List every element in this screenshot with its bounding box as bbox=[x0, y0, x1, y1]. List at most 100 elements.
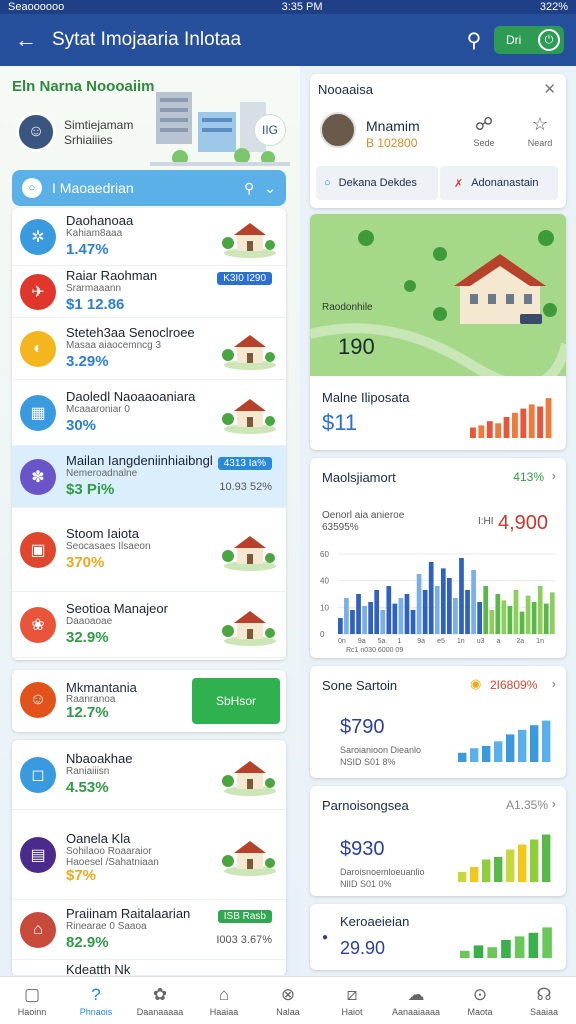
nav-item-haaiaa[interactable]: ⌂ Haaiaa bbox=[192, 977, 256, 1024]
nav-item-daanaaaaa[interactable]: ✿ Daanaaaaa bbox=[128, 977, 192, 1024]
status-badge: ISB Rasb bbox=[217, 910, 272, 923]
list-item[interactable]: Kdeatth Nk bbox=[12, 960, 286, 977]
stat-card-3[interactable]: Keroaeieian ● 29.90 bbox=[310, 904, 566, 970]
chevron-right-icon[interactable]: › bbox=[552, 468, 556, 483]
list-item[interactable]: ✽ Mailan Iangdeniinhiaibngl Nemeroadnalne $… bbox=[12, 446, 286, 508]
x-tick-label: 9a bbox=[358, 638, 366, 645]
category-icon: ○ bbox=[22, 178, 42, 198]
list-item[interactable]: ▦ Daoledl Naoaaoaniara Mcaaaroniar 0 30% bbox=[12, 380, 286, 446]
nav-item-maota[interactable]: ⊙ Maota bbox=[448, 977, 512, 1024]
mini-bar-chart bbox=[458, 834, 551, 882]
item-name: Praiinam Raitalaarian bbox=[66, 906, 191, 921]
stat-card-2[interactable]: Parnoisongsea A1.35% › $930 Daroisnoemlo… bbox=[310, 786, 566, 896]
item-name: Kdeatth Nk bbox=[66, 962, 131, 977]
card-title: Maolsjiamort bbox=[322, 470, 396, 485]
nav-label: Daanaaaaa bbox=[136, 1006, 184, 1017]
nav-icon: ▢ bbox=[23, 984, 41, 1004]
chart-bar bbox=[519, 611, 525, 634]
list-item[interactable]: ◻ Nbaoakhae Raniaiiisn 4.53% bbox=[12, 740, 286, 810]
mini-bar bbox=[545, 398, 552, 438]
action-label-2: Neard bbox=[527, 138, 553, 148]
mini-bar bbox=[458, 872, 467, 882]
card-value: $11 bbox=[322, 410, 358, 435]
avatar[interactable] bbox=[320, 112, 356, 148]
house-illustration bbox=[222, 399, 276, 434]
search-icon[interactable]: ⚲ bbox=[244, 180, 254, 197]
mini-bar bbox=[518, 844, 527, 882]
map-badge[interactable]: IIG bbox=[254, 114, 286, 146]
chevron-down-icon[interactable]: ⌄ bbox=[264, 180, 276, 197]
analytics-card[interactable]: Maolsjiamort 413% › Oenorl aia anieroe 6… bbox=[310, 458, 566, 658]
category-icon: ▦ bbox=[20, 395, 56, 431]
globe-icon[interactable]: ☍ bbox=[470, 114, 498, 135]
house-illustration bbox=[222, 761, 276, 796]
item-sub: Raniaiiisn bbox=[66, 766, 110, 777]
item-name: Stoom Iaiota bbox=[66, 526, 139, 541]
nav-item-phnaois[interactable]: ? Phnaois bbox=[64, 977, 128, 1024]
close-icon[interactable]: ✕ bbox=[543, 80, 556, 98]
chart-bar bbox=[513, 590, 519, 634]
nav-item-haoinn[interactable]: ▢ Haoinn bbox=[0, 977, 64, 1024]
list-item[interactable]: ✈ Raiar Raohman Srarmaaann $1 12.86 K3I0 I29… bbox=[12, 266, 286, 318]
list-item[interactable]: ✲ Daohanoaa Kahiam8aaa 1.47% bbox=[12, 208, 286, 266]
stat-card-1[interactable]: Sone Sartoin ◉ 2I6809% › $790 Saroianioo… bbox=[310, 666, 566, 778]
chart-bar bbox=[477, 602, 483, 634]
y-tick-label: 60 bbox=[320, 550, 329, 559]
chart-bar bbox=[386, 586, 392, 634]
bottom-nav: ▢ Haoinn? Phnaois ✿ Daanaaaaa ⌂ Haaiaa ⊗ Nalaa ⧄ H… bbox=[0, 976, 576, 1024]
item-name: Seotioa Manajeor bbox=[66, 601, 168, 616]
mini-bar bbox=[482, 859, 491, 882]
item-value: 1.47% bbox=[66, 241, 109, 258]
promo-name: Mkmantania bbox=[66, 680, 137, 695]
list-item[interactable]: ▣ Stoom Iaiota Seocasaes Ilsaeon 370% bbox=[12, 508, 286, 592]
back-arrow-icon[interactable]: ← bbox=[0, 27, 52, 53]
profile-avatar[interactable]: ☺ bbox=[16, 112, 56, 152]
card-value: 29.90 bbox=[340, 938, 386, 958]
shuffle-icon: ✗ bbox=[454, 177, 464, 190]
chart-bar bbox=[404, 594, 410, 634]
promo-button[interactable]: SbHsor bbox=[192, 678, 280, 724]
nav-item-saaiaa[interactable]: ☊ Saaiaa bbox=[512, 977, 576, 1024]
category-icon: ❀ bbox=[20, 607, 56, 643]
star-icon[interactable]: ☆ bbox=[526, 114, 554, 135]
chevron-right-icon[interactable]: › bbox=[552, 796, 556, 811]
nav-label: Maota bbox=[467, 1006, 493, 1017]
chart-bar bbox=[459, 558, 464, 634]
dot-icon: ● bbox=[322, 932, 329, 943]
category-icon: ◻ bbox=[20, 757, 56, 793]
item-name: Oanela Kla bbox=[66, 831, 131, 846]
category-dropdown[interactable]: ○ I Maoaedrian ⚲ ⌄ bbox=[12, 170, 286, 206]
user-name: Mnamim bbox=[366, 118, 420, 134]
nav-icon: ? bbox=[91, 984, 101, 1004]
list-item[interactable]: ◐ Steteh3aa Senoclroee Masaa aiaocemncg 3 3… bbox=[12, 318, 286, 380]
house-illustration bbox=[222, 335, 276, 370]
list-item[interactable]: ⌂ Praiinam Raitalaarian Rinearae 0 Saaoa 82… bbox=[12, 900, 286, 960]
promo-card[interactable]: ☺ Mkmantania Raanranoa 12.7% SbHsor bbox=[12, 670, 286, 732]
mini-bar bbox=[512, 412, 518, 438]
chevron-right-icon[interactable]: › bbox=[552, 676, 556, 691]
card-sub: Saroianioon Dieanlo NSID S01 8% bbox=[340, 745, 422, 767]
nav-icon: ✿ bbox=[152, 984, 168, 1004]
card-title: Malne Iliposata bbox=[322, 390, 410, 405]
search-icon[interactable]: ⚲ bbox=[454, 28, 494, 53]
card-title: Nooaaisa bbox=[318, 82, 373, 97]
property-map-card[interactable]: Raodonhile 190 Malne Iliposata $11 bbox=[310, 214, 566, 450]
secondary-button[interactable]: ○ Dekana Dekdes bbox=[316, 166, 438, 200]
nav-item-haiot[interactable]: ⧄ Haiot bbox=[320, 977, 384, 1024]
chart-bar bbox=[368, 602, 374, 634]
y-tick-label: 10 bbox=[320, 603, 329, 612]
chart-bar bbox=[471, 570, 476, 634]
nav-item-aanaaiaaaa[interactable]: ☁ Aanaaiaaaa bbox=[384, 977, 448, 1024]
mini-bar bbox=[470, 748, 479, 762]
mini-bar bbox=[487, 947, 498, 958]
bar-chart: 60 40 10 0 0n 9a 5a 1 9a e5 1n u3 a 2a 1n Rc1 n030 6000… bbox=[320, 550, 556, 654]
category-icon: ◐ bbox=[20, 331, 56, 367]
list-item[interactable]: ▤ Oanela Kla Sohilaoo Roaaraior Haoesel /S… bbox=[12, 810, 286, 900]
primary-button[interactable]: ✗ Adonanastain bbox=[440, 166, 558, 200]
mode-toggle[interactable]: Dri ⏻ bbox=[494, 26, 564, 54]
nav-item-nalaa[interactable]: ⊗ Nalaa bbox=[256, 977, 320, 1024]
y-tick-label: 40 bbox=[320, 577, 329, 586]
x-axis-caption: Rc1 n030 6000 09 bbox=[346, 647, 403, 654]
dropdown-label: I Maoaedrian bbox=[52, 180, 134, 196]
list-item[interactable]: ❀ Seotioa Manajeor Daaoaoae 32.9% bbox=[12, 592, 286, 658]
